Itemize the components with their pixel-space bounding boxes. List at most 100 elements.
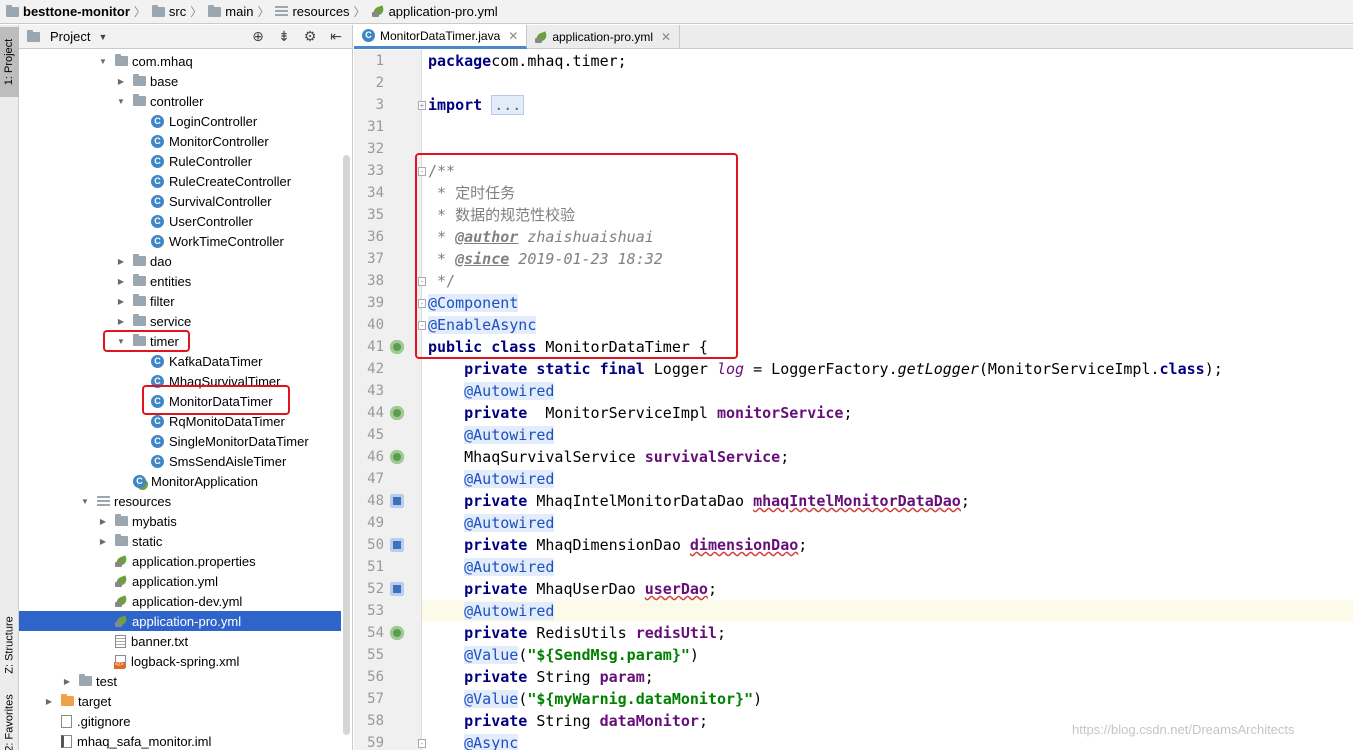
class-icon: C xyxy=(151,154,164,168)
code-token: log xyxy=(717,360,745,378)
code-token: private xyxy=(464,712,528,730)
resources-folder-icon xyxy=(275,6,289,17)
close-icon[interactable]: ✕ xyxy=(661,30,671,44)
tree-item[interactable]: C SurvivalController xyxy=(19,191,341,211)
spring-bean-icon[interactable] xyxy=(390,340,404,354)
spring-bean-icon[interactable] xyxy=(390,450,404,464)
tree-item[interactable]: C WorkTimeController xyxy=(19,231,341,251)
collapsed-arrow-icon[interactable]: ▶ xyxy=(61,677,73,686)
current-line-highlight xyxy=(422,600,1353,622)
watermark: https://blog.csdn.net/DreamsArchitects xyxy=(1072,722,1295,737)
tree-item[interactable]: ▶ filter xyxy=(19,291,341,311)
line-number-gutter: 1 2 3 +31 32 33-34 35 36 37 38-39-40-41 42 43 44 45 46… xyxy=(354,50,426,750)
tree-item[interactable]: ▶ entities xyxy=(19,271,341,291)
tree-item[interactable]: application.yml xyxy=(19,571,341,591)
tree-item[interactable]: ▶ base xyxy=(19,71,341,91)
tree-item[interactable]: C SingleMonitorDataTimer xyxy=(19,431,341,451)
tree-item[interactable]: application.properties xyxy=(19,551,341,571)
expanded-arrow-icon[interactable]: ▼ xyxy=(79,497,91,506)
collapsed-arrow-icon[interactable]: ▶ xyxy=(115,277,127,286)
tree-item[interactable]: C LoginController xyxy=(19,111,341,131)
editor-tab[interactable]: C MonitorDataTimer.java ✕ xyxy=(354,25,528,49)
expanded-arrow-icon[interactable]: ▼ xyxy=(115,97,127,106)
tree-item[interactable]: ▶ dao xyxy=(19,251,341,271)
tree-scrollbar[interactable] xyxy=(343,155,350,735)
collapsed-arrow-icon[interactable]: ▶ xyxy=(115,257,127,266)
favorites-tool-tab[interactable]: 2: Favorites xyxy=(0,693,19,750)
code-token: @Autowired xyxy=(464,602,555,620)
collapsed-arrow-icon[interactable]: ▶ xyxy=(115,297,127,306)
tree-item[interactable]: C SmsSendAisleTimer xyxy=(19,451,341,471)
breadcrumb-item[interactable]: application-pro.yml xyxy=(371,4,498,19)
code-token: ( xyxy=(518,646,528,664)
mybatis-mapper-icon[interactable] xyxy=(390,494,404,508)
tree-item[interactable]: banner.txt xyxy=(19,631,341,651)
code-line: private MonitorServiceImpl monitorServic… xyxy=(428,402,852,424)
editor-tabs: C MonitorDataTimer.java ✕ application-pro.y… xyxy=(354,25,1353,49)
collapsed-arrow-icon[interactable]: ▶ xyxy=(97,517,109,526)
collapse-all-icon[interactable]: ⇟ xyxy=(276,28,292,45)
tree-item[interactable]: .gitignore xyxy=(19,711,341,731)
project-view-selector[interactable]: Project xyxy=(50,29,90,44)
excluded-folder-icon xyxy=(61,694,74,706)
tree-item[interactable]: application-pro.yml xyxy=(19,611,341,631)
fold-marker-icon[interactable]: - xyxy=(418,739,426,748)
tree-item[interactable]: mhaq_safa_monitor.iml xyxy=(19,731,341,750)
tree-item[interactable]: C RuleCreateController xyxy=(19,171,341,191)
code-token: private xyxy=(464,668,528,686)
tree-item[interactable]: ▼ com.mhaq xyxy=(19,51,341,71)
tree-item[interactable]: C UserController xyxy=(19,211,341,231)
code-token: MhaqSurvivalService xyxy=(428,448,645,466)
spring-bean-icon[interactable] xyxy=(390,406,404,420)
collapsed-arrow-icon[interactable]: ▶ xyxy=(115,77,127,86)
tree-item[interactable]: ▶ test xyxy=(19,671,341,691)
breadcrumb-item[interactable]: besttone-monitor xyxy=(6,4,130,19)
mybatis-mapper-icon[interactable] xyxy=(390,582,404,596)
collapsed-arrow-icon[interactable]: ▶ xyxy=(115,317,127,326)
package-icon xyxy=(115,54,128,66)
code-token: String xyxy=(527,712,600,730)
mybatis-mapper-icon[interactable] xyxy=(390,538,404,552)
collapsed-arrow-icon[interactable]: ▶ xyxy=(97,537,109,546)
breadcrumb-label: besttone-monitor xyxy=(23,4,130,19)
hide-panel-icon[interactable]: ⇤ xyxy=(328,28,344,45)
collapsed-arrow-icon[interactable]: ▶ xyxy=(43,697,55,706)
code-token: @Async xyxy=(464,734,519,750)
code-token: @Autowired xyxy=(464,558,555,576)
spring-bean-icon[interactable] xyxy=(390,626,404,640)
package-icon xyxy=(133,254,146,266)
project-tool-tab[interactable]: 1: Project xyxy=(0,27,19,97)
tree-item[interactable]: C KafkaDataTimer xyxy=(19,351,341,371)
tree-item[interactable]: ▶ service xyxy=(19,311,341,331)
fold-marker-icon[interactable]: + xyxy=(418,101,426,110)
tree-item[interactable]: ▼ controller xyxy=(19,91,341,111)
breadcrumb-item[interactable]: resources xyxy=(275,4,350,19)
tree-item[interactable]: logback-spring.xml xyxy=(19,651,341,671)
editor-tab[interactable]: application-pro.yml ✕ xyxy=(527,25,681,49)
tree-item[interactable]: ▼ resources xyxy=(19,491,341,511)
code-token: dataMonitor xyxy=(599,712,699,730)
line-number: 52 xyxy=(367,581,384,597)
tree-item[interactable]: C RuleController xyxy=(19,151,341,171)
gear-icon[interactable]: ⚙ xyxy=(302,28,318,45)
tree-item[interactable]: ▶ static xyxy=(19,531,341,551)
tree-item[interactable]: ▶ target xyxy=(19,691,341,711)
expanded-arrow-icon[interactable]: ▼ xyxy=(97,57,109,66)
chevron-down-icon[interactable]: ▼ xyxy=(98,32,107,42)
tree-item-label: banner.txt xyxy=(131,633,189,649)
tree-item[interactable]: C MonitorApplication xyxy=(19,471,341,491)
locate-icon[interactable]: ⊕ xyxy=(250,28,266,45)
breadcrumb-item[interactable]: src xyxy=(151,4,186,19)
tree-item[interactable]: application-dev.yml xyxy=(19,591,341,611)
breadcrumb-item[interactable]: main xyxy=(208,4,253,19)
class-icon: C xyxy=(151,214,164,228)
folder-icon xyxy=(208,4,222,17)
code-token[interactable]: ... xyxy=(491,95,525,115)
breadcrumb-label: application-pro.yml xyxy=(388,4,498,19)
structure-tool-tab[interactable]: Z: Structure xyxy=(0,605,19,685)
close-icon[interactable]: ✕ xyxy=(508,29,518,43)
tree-item[interactable]: ▶ mybatis xyxy=(19,511,341,531)
tree-item[interactable]: C MonitorController xyxy=(19,131,341,151)
package-icon xyxy=(133,294,146,306)
